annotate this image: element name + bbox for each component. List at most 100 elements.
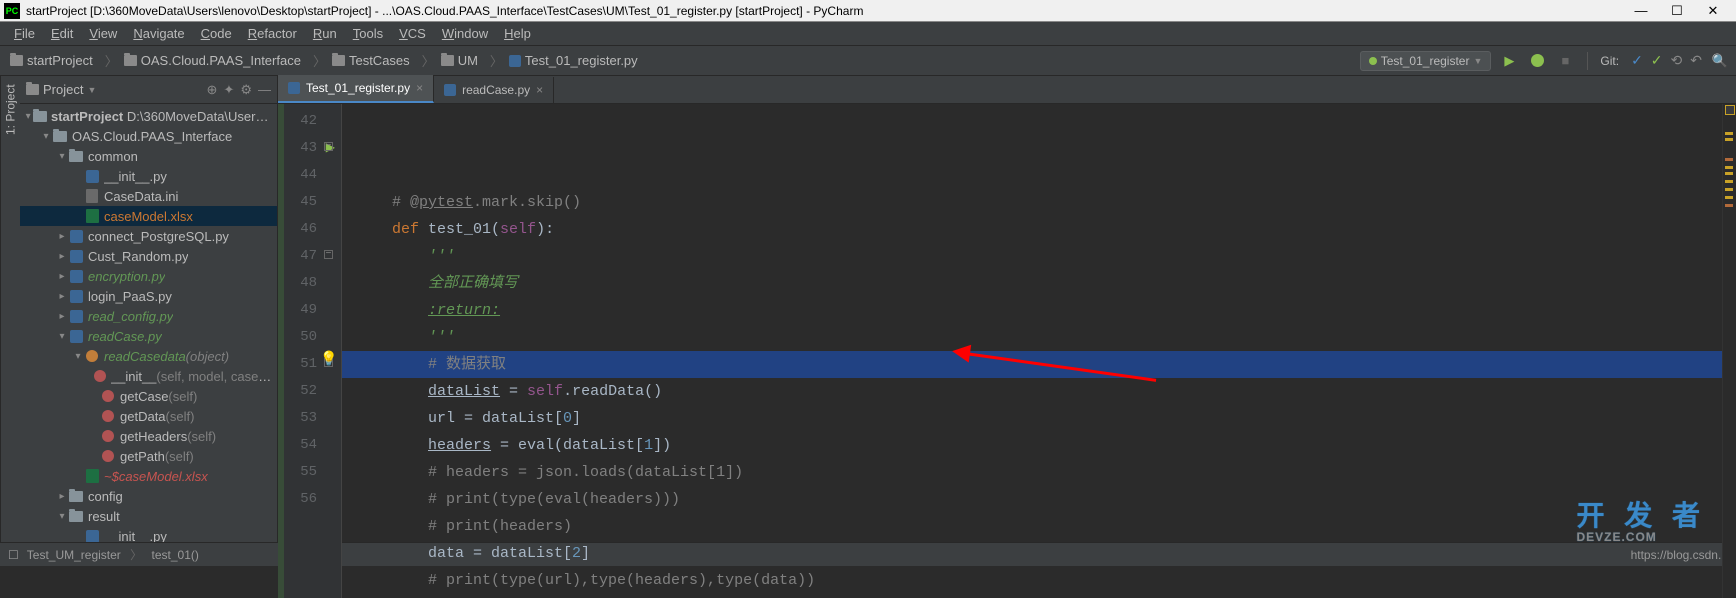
editor-tab[interactable]: readCase.py× <box>434 77 554 103</box>
dropdown-icon[interactable]: ▼ <box>87 85 96 95</box>
fold-icon[interactable]: − <box>324 250 333 259</box>
line-number[interactable]: 53 <box>282 405 317 432</box>
warning-mark[interactable] <box>1725 172 1733 175</box>
status-icon[interactable]: ☐ <box>8 548 19 562</box>
menu-run[interactable]: Run <box>305 24 345 43</box>
code-line[interactable]: # print(headers) <box>392 513 1736 540</box>
menu-refactor[interactable]: Refactor <box>240 24 305 43</box>
tree-item[interactable]: ▾readCase.py <box>20 326 277 346</box>
warning-mark[interactable] <box>1725 204 1733 207</box>
run-configuration-selector[interactable]: Test_01_register ▼ <box>1360 51 1492 71</box>
tree-item[interactable]: ▸encryption.py <box>20 266 277 286</box>
code-editor[interactable]: 💡 # @pytest.mark.skip()def test_01(self)… <box>342 104 1736 598</box>
collapse-icon[interactable]: ⊕ <box>207 82 218 98</box>
tree-item[interactable]: ▸read_config.py <box>20 306 277 326</box>
code-line[interactable]: ''' <box>392 243 1736 270</box>
warning-mark[interactable] <box>1725 132 1733 135</box>
code-line[interactable]: dataList = self.readData() <box>392 378 1736 405</box>
code-line[interactable]: # 数据获取 <box>392 351 1736 378</box>
line-number[interactable]: 51− <box>282 351 317 378</box>
fold-icon[interactable]: − <box>324 142 333 151</box>
inspection-stripe[interactable] <box>1722 104 1736 598</box>
close-button[interactable]: ✕ <box>1706 3 1720 19</box>
tree-item[interactable]: __init__.py <box>20 526 277 542</box>
menu-help[interactable]: Help <box>496 24 539 43</box>
menu-vcs[interactable]: VCS <box>391 24 434 43</box>
tree-item[interactable]: ▾readCasedata(object) <box>20 346 277 366</box>
tree-item[interactable]: ~$caseModel.xlsx <box>20 466 277 486</box>
line-number[interactable]: 45 <box>282 189 317 216</box>
warning-mark[interactable] <box>1725 196 1733 199</box>
code-line[interactable]: # print(type(url),type(headers),type(dat… <box>392 567 1736 594</box>
close-tab-icon[interactable]: × <box>416 81 423 95</box>
tree-item[interactable]: __init__.py <box>20 166 277 186</box>
tree-item[interactable]: ▾result <box>20 506 277 526</box>
tree-item[interactable]: ▾common <box>20 146 277 166</box>
line-number[interactable]: 50 <box>282 324 317 351</box>
menu-window[interactable]: Window <box>434 24 496 43</box>
tree-item[interactable]: getPath(self) <box>20 446 277 466</box>
code-line[interactable]: # headers = json.loads(dataList[1]) <box>392 459 1736 486</box>
git-revert-icon[interactable]: ↶ <box>1690 52 1702 69</box>
tree-item[interactable]: ▸config <box>20 486 277 506</box>
tree-item[interactable]: ▸connect_PostgreSQL.py <box>20 226 277 246</box>
breadcrumb-item[interactable]: 〉Test_01_register.py <box>484 51 642 70</box>
tree-item[interactable]: ▸login_PaaS.py <box>20 286 277 306</box>
editor-tab[interactable]: Test_01_register.py× <box>278 75 434 103</box>
breadcrumb-item[interactable]: 〉TestCases <box>307 51 414 70</box>
tree-item[interactable]: getCase(self) <box>20 386 277 406</box>
menu-view[interactable]: View <box>81 24 125 43</box>
gear-icon[interactable]: ⚙ <box>240 82 252 98</box>
line-number[interactable]: 44 <box>282 162 317 189</box>
warning-mark[interactable] <box>1725 166 1733 169</box>
warning-mark[interactable] <box>1725 180 1733 183</box>
git-update-icon[interactable]: ✓ <box>1631 52 1643 69</box>
settings-icon[interactable]: ✦ <box>223 82 234 98</box>
warning-mark[interactable] <box>1725 188 1733 191</box>
git-history-icon[interactable]: ⟲ <box>1671 52 1683 69</box>
line-number[interactable]: 46 <box>282 216 317 243</box>
debug-button[interactable] <box>1527 51 1547 71</box>
line-number[interactable]: 42 <box>282 108 317 135</box>
line-number[interactable]: 56 <box>282 486 317 513</box>
menu-file[interactable]: File <box>6 24 43 43</box>
code-line[interactable]: data = dataList[2] <box>392 540 1736 567</box>
menu-code[interactable]: Code <box>193 24 240 43</box>
menu-edit[interactable]: Edit <box>43 24 81 43</box>
search-everywhere-button[interactable]: 🔍 <box>1710 51 1730 71</box>
breadcrumb-item[interactable]: 〉UM <box>416 51 482 70</box>
hide-icon[interactable]: — <box>258 82 271 98</box>
tree-item[interactable]: ▾OAS.Cloud.PAAS_Interface <box>20 126 277 146</box>
code-line[interactable]: def test_01(self): <box>392 216 1736 243</box>
project-tree[interactable]: ▾startProject D:\360MoveData\Users\lenov… <box>20 104 277 542</box>
warning-mark[interactable] <box>1725 158 1733 161</box>
line-number[interactable]: 47− <box>282 243 317 270</box>
line-number[interactable]: 48 <box>282 270 317 297</box>
line-number[interactable]: 55 <box>282 459 317 486</box>
breadcrumb-item[interactable]: 〉OAS.Cloud.PAAS_Interface <box>99 51 305 70</box>
menu-navigate[interactable]: Navigate <box>125 24 192 43</box>
maximize-button[interactable]: ☐ <box>1670 3 1684 19</box>
menu-tools[interactable]: Tools <box>345 24 391 43</box>
line-number[interactable]: 43▶− <box>282 135 317 162</box>
inspection-summary-icon[interactable] <box>1725 105 1735 115</box>
line-number[interactable]: 52 <box>282 378 317 405</box>
warning-mark[interactable] <box>1725 138 1733 141</box>
tree-root[interactable]: ▾startProject D:\360MoveData\Users\lenov… <box>20 106 277 126</box>
tree-item[interactable]: getData(self) <box>20 406 277 426</box>
code-line[interactable]: :return: <box>392 297 1736 324</box>
git-commit-icon[interactable]: ✓ <box>1651 52 1663 69</box>
code-line[interactable]: 全部正确填写 <box>392 270 1736 297</box>
line-number[interactable]: 54 <box>282 432 317 459</box>
code-line[interactable]: ''' <box>392 324 1736 351</box>
line-number[interactable]: 49 <box>282 297 317 324</box>
project-tool-tab[interactable]: 1: Project <box>0 76 20 542</box>
code-line[interactable]: headers = eval(dataList[1]) <box>392 432 1736 459</box>
close-tab-icon[interactable]: × <box>536 83 543 97</box>
stop-button[interactable]: ■ <box>1555 51 1575 71</box>
tree-item[interactable]: caseModel.xlsx <box>20 206 277 226</box>
tree-item[interactable]: CaseData.ini <box>20 186 277 206</box>
breadcrumb-item[interactable]: startProject <box>6 53 97 68</box>
run-button[interactable]: ▶ <box>1499 51 1519 71</box>
intention-bulb-icon[interactable]: 💡 <box>320 347 337 374</box>
